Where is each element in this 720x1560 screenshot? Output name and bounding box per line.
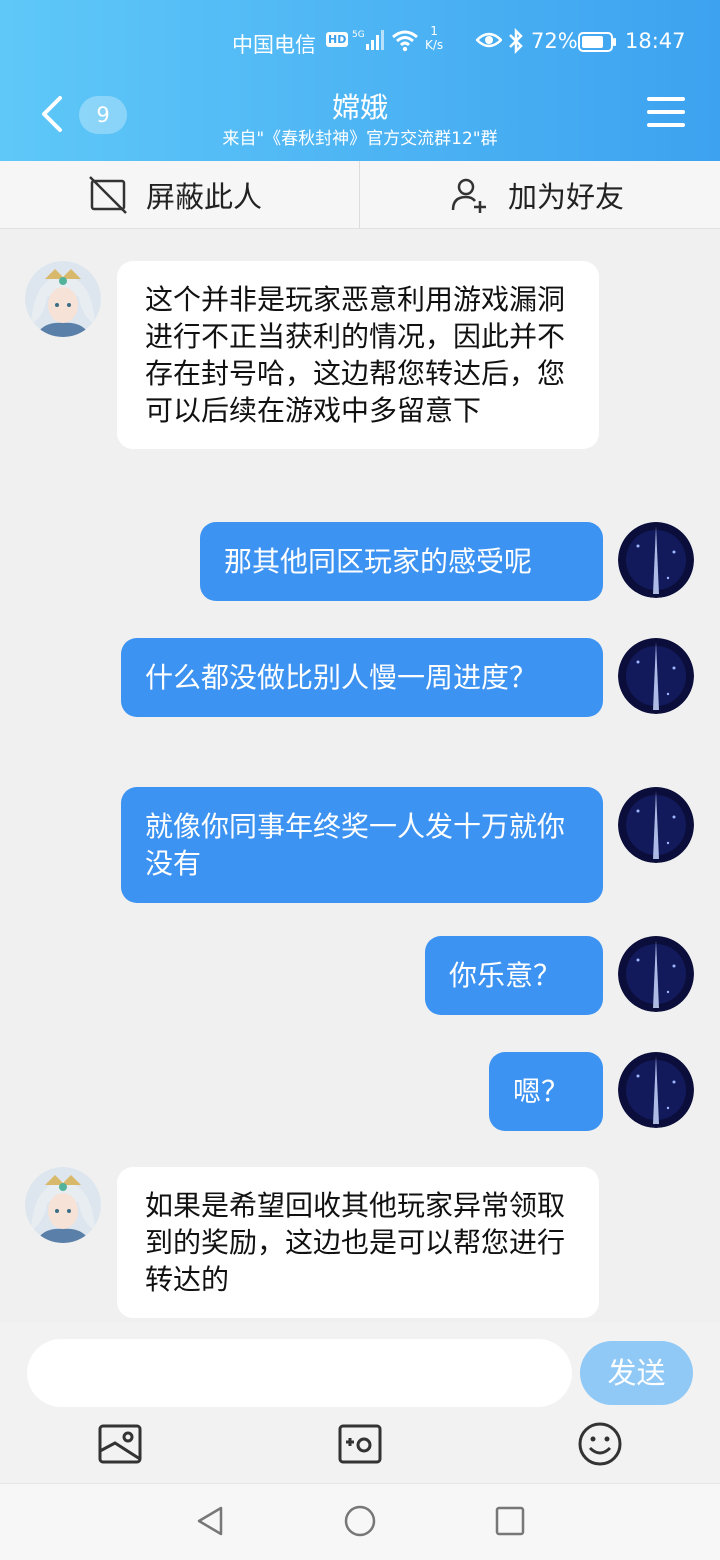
block-user-label: 屏蔽此人 <box>146 179 263 214</box>
chat-header: 中国电信 HD 5G 1 K/s 72% 18:47 9 嫦娥 来自"《春秋封神… <box>0 0 720 161</box>
clock-time: 18:47 <box>625 29 686 53</box>
contact-avatar[interactable] <box>25 1167 101 1243</box>
net-speed: 1 K/s <box>425 24 443 52</box>
nav-recents-icon[interactable] <box>493 1504 527 1538</box>
block-user-button[interactable]: 屏蔽此人 <box>88 161 262 228</box>
nav-back-icon[interactable] <box>193 1504 227 1538</box>
my-avatar[interactable] <box>618 522 694 598</box>
message-bubble-outgoing[interactable]: 你乐意？ <box>425 936 603 1015</box>
status-bar: 中国电信 HD 5G 1 K/s 72% 18:47 <box>0 22 720 62</box>
net-speed-value: 1 <box>430 24 438 38</box>
system-nav-bar <box>0 1483 720 1560</box>
block-icon <box>89 175 127 214</box>
message-input[interactable] <box>27 1339 572 1407</box>
add-friend-icon <box>451 178 486 213</box>
my-avatar[interactable] <box>618 1052 694 1128</box>
carrier-name: 中国电信 <box>232 33 316 57</box>
signal-icon: 5G <box>352 30 384 50</box>
composer: 发送 <box>0 1323 720 1483</box>
svg-text:5G: 5G <box>352 30 365 40</box>
chat-subtitle: 来自"《春秋封神》官方交流群12"群 <box>222 129 498 149</box>
message-bubble-outgoing[interactable]: 那其他同区玩家的感受呢 <box>200 522 603 601</box>
nav-home-icon[interactable] <box>343 1504 377 1538</box>
message-bubble-outgoing[interactable]: 嗯？ <box>489 1052 603 1131</box>
my-avatar[interactable] <box>618 787 694 863</box>
camera-icon[interactable] <box>337 1421 383 1467</box>
wifi-icon <box>392 30 418 52</box>
action-divider <box>359 161 360 228</box>
hd-icon: HD <box>326 32 349 47</box>
eye-icon <box>476 32 502 48</box>
chat-title: 嫦娥 <box>331 91 388 124</box>
net-speed-unit: K/s <box>425 38 444 52</box>
message-bubble-incoming[interactable]: 这个并非是玩家恶意利用游戏漏洞进行不正当获利的情况，因此并不存在封号哈，这边帮您… <box>117 261 599 449</box>
send-button[interactable]: 发送 <box>580 1341 693 1405</box>
image-icon[interactable] <box>97 1421 143 1467</box>
add-friend-label: 加为好友 <box>508 179 625 214</box>
bluetooth-icon <box>509 28 523 54</box>
my-avatar[interactable] <box>618 936 694 1012</box>
my-avatar[interactable] <box>618 638 694 714</box>
action-bar: 屏蔽此人 加为好友 <box>0 161 720 229</box>
battery-icon <box>578 32 616 52</box>
contact-avatar[interactable] <box>25 261 101 337</box>
message-bubble-incoming[interactable]: 如果是希望回收其他玩家异常领取到的奖励，这边也是可以帮您进行转达的 <box>117 1167 599 1318</box>
message-bubble-outgoing[interactable]: 就像你同事年终奖一人发十万就你没有 <box>121 787 603 903</box>
emoji-icon[interactable] <box>577 1421 623 1467</box>
battery-percent: 72% <box>531 29 578 53</box>
message-bubble-outgoing[interactable]: 什么都没做比别人慢一周进度？ <box>121 638 603 717</box>
add-friend-button[interactable]: 加为好友 <box>450 161 624 228</box>
menu-icon[interactable] <box>647 97 685 131</box>
